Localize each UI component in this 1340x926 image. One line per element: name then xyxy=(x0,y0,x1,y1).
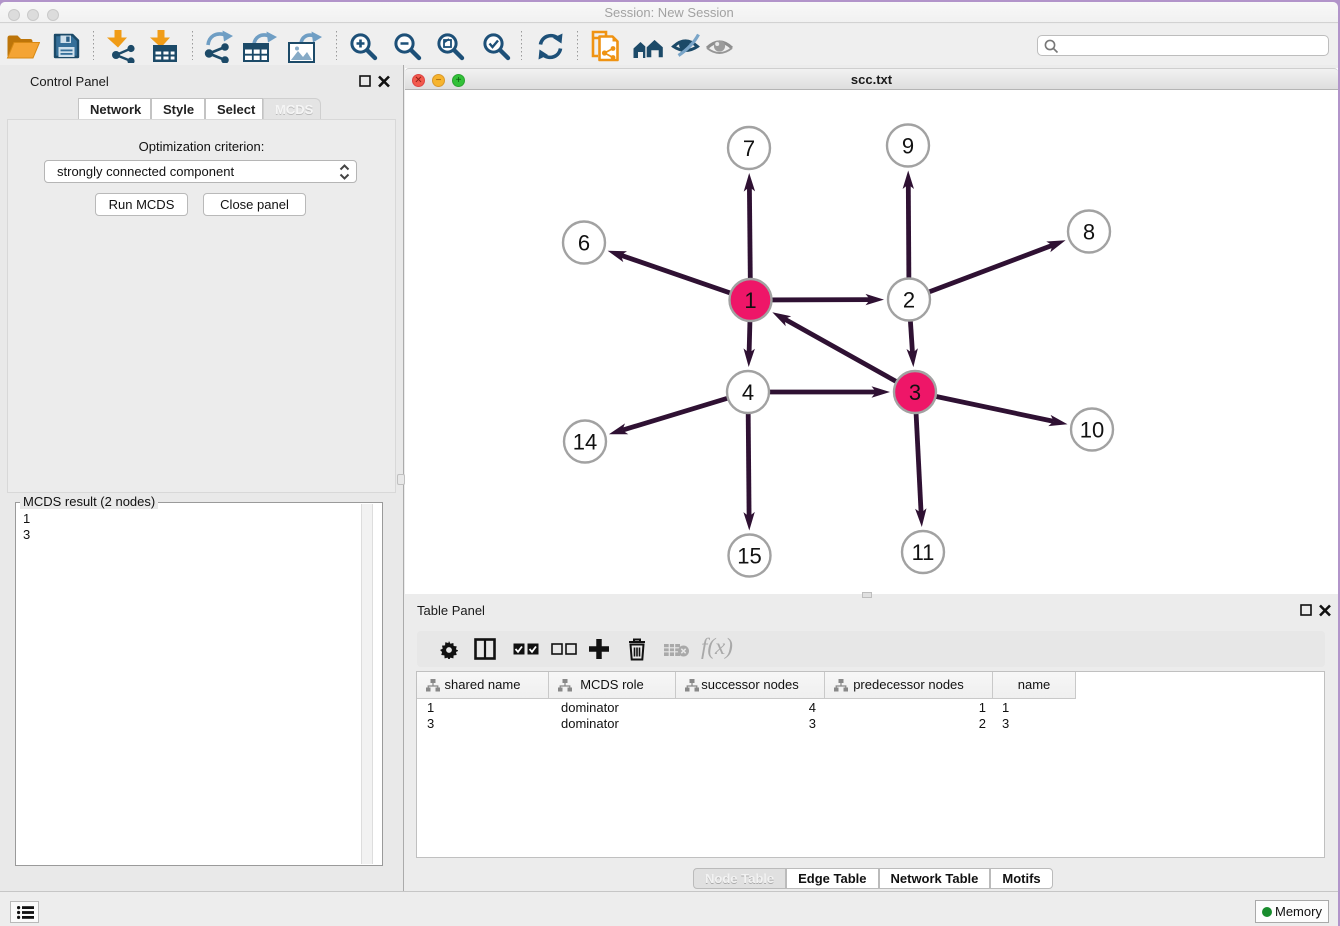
svg-text:3: 3 xyxy=(909,380,921,405)
svg-text:9: 9 xyxy=(902,133,914,158)
svg-text:11: 11 xyxy=(912,540,935,565)
svg-text:14: 14 xyxy=(573,429,597,454)
svg-text:2: 2 xyxy=(903,287,915,312)
svg-text:1: 1 xyxy=(744,288,756,313)
svg-text:8: 8 xyxy=(1083,219,1095,244)
svg-text:10: 10 xyxy=(1080,417,1104,442)
svg-text:15: 15 xyxy=(737,543,761,568)
svg-text:6: 6 xyxy=(578,230,590,255)
svg-text:4: 4 xyxy=(742,380,754,405)
svg-text:7: 7 xyxy=(743,136,755,161)
